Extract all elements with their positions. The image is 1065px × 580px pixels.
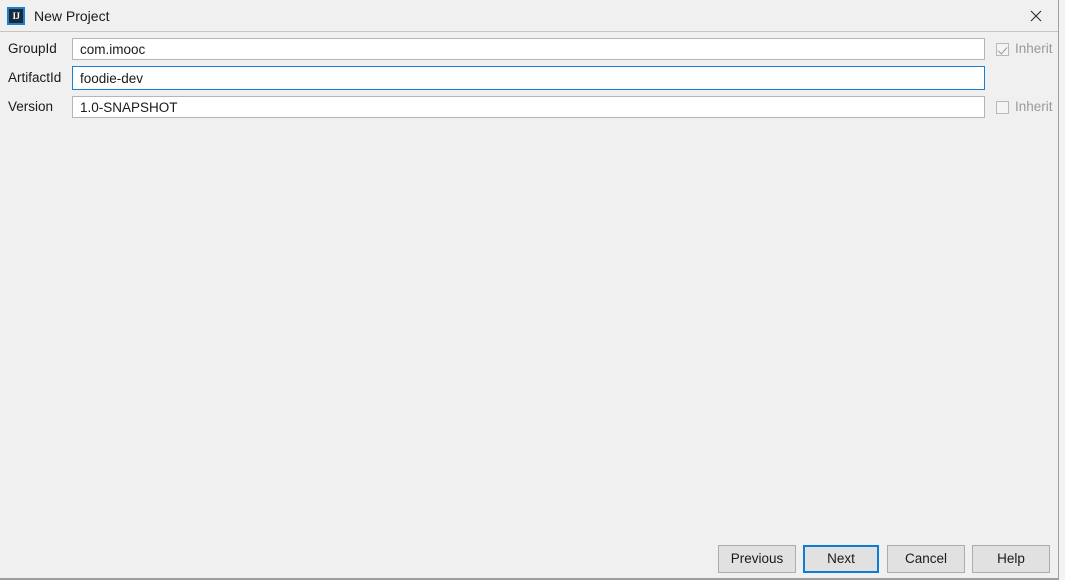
window-right-gutter [1059, 0, 1065, 580]
groupid-inherit-group[interactable]: Inherit [996, 38, 1053, 60]
next-button[interactable]: Next [803, 545, 879, 573]
cancel-button[interactable]: Cancel [887, 545, 965, 573]
artifactid-label: ArtifactId [8, 70, 62, 85]
version-inherit-checkbox[interactable] [996, 100, 1009, 114]
groupid-input[interactable] [72, 38, 985, 60]
groupid-inherit-checkbox[interactable] [996, 42, 1009, 56]
artifactid-input[interactable] [72, 66, 985, 90]
version-inherit-label: Inherit [1015, 99, 1053, 114]
intellij-idea-icon: IJ [7, 7, 25, 25]
form-row-version: Version Inherit [0, 96, 1059, 118]
title-bar: IJ New Project [0, 0, 1059, 32]
close-button[interactable] [1013, 0, 1059, 31]
window-title: New Project [34, 8, 110, 24]
previous-button[interactable]: Previous [718, 545, 796, 573]
version-inherit-group[interactable]: Inherit [996, 96, 1053, 118]
intellij-idea-icon-label: IJ [9, 9, 23, 23]
groupid-inherit-label: Inherit [1015, 41, 1053, 56]
help-button[interactable]: Help [972, 545, 1050, 573]
close-icon [1030, 10, 1042, 21]
dialog-button-bar: Previous Next Cancel Help [0, 545, 1059, 573]
version-label: Version [8, 99, 54, 114]
form-row-artifactid: ArtifactId [0, 66, 1059, 90]
new-project-dialog: IJ New Project GroupId Inherit ArtifactI… [0, 0, 1065, 580]
groupid-label: GroupId [8, 41, 57, 56]
version-input[interactable] [72, 96, 985, 118]
form-row-groupid: GroupId Inherit [0, 38, 1059, 60]
